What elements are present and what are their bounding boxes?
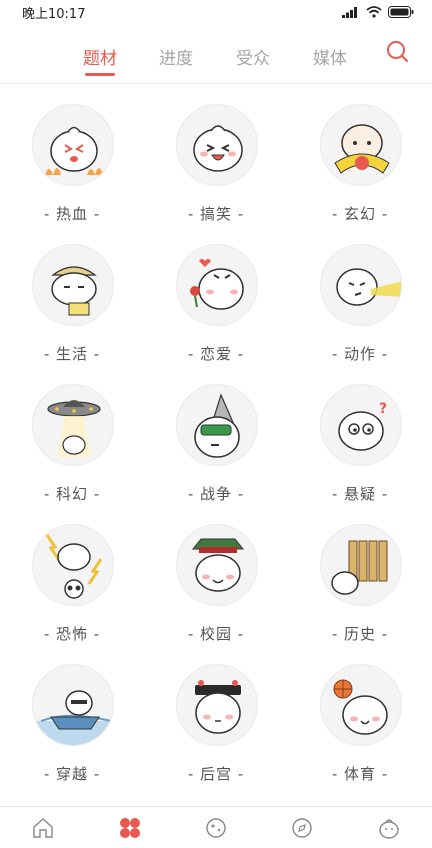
genre-label: - 穿越 -	[43, 765, 101, 783]
nav-home[interactable]	[0, 807, 86, 848]
home-icon	[33, 818, 53, 838]
bun-mascot-laughing-icon	[193, 125, 243, 172]
genre-item-harem[interactable]: - 后宫 -	[144, 664, 288, 804]
genre-avatar	[32, 664, 114, 746]
top-tab-bar: 题材 进度 受众 媒体	[0, 24, 432, 84]
search-icon	[387, 41, 408, 62]
genre-item-school[interactable]: - 校园 -	[144, 524, 288, 664]
genre-item-comedy[interactable]: - 搞笑 -	[144, 104, 288, 244]
genre-label: - 生活 -	[43, 345, 101, 363]
signal-icon	[342, 7, 357, 18]
genre-item-war[interactable]: - 战争 -	[144, 384, 288, 524]
genre-avatar	[176, 524, 258, 606]
battery-icon	[388, 6, 414, 18]
compass-icon	[292, 818, 313, 838]
bun-mascot-student-icon	[191, 538, 245, 592]
planet-icon	[206, 818, 226, 838]
status-icons	[342, 6, 414, 18]
genre-avatar	[320, 104, 402, 186]
genre-item-sci-fi[interactable]: - 科幻 -	[0, 384, 144, 524]
genre-label: - 玄幻 -	[331, 205, 389, 223]
genre-label: - 体育 -	[331, 765, 389, 783]
nav-discover[interactable]	[173, 807, 259, 848]
genre-item-action[interactable]: - 动作 -	[288, 244, 432, 384]
bun-mascot-question-icon: ?	[338, 401, 387, 451]
genre-avatar	[176, 104, 258, 186]
genre-item-history[interactable]: - 历史 -	[288, 524, 432, 664]
bun-mascot-basketball-icon	[333, 679, 388, 735]
tab-genre[interactable]: 题材	[70, 44, 130, 76]
bun-mascot-skull-icon	[45, 534, 103, 599]
genre-item-romance[interactable]: - 恋爱 -	[144, 244, 288, 384]
genre-avatar	[32, 524, 114, 606]
search-button[interactable]	[384, 38, 410, 64]
ufo-mascot-icon	[47, 400, 101, 457]
genre-item-mystery[interactable]: ? - 悬疑 -	[288, 384, 432, 524]
genre-avatar	[176, 244, 258, 326]
profile-icon	[379, 819, 399, 839]
genre-avatar	[320, 244, 402, 326]
genre-avatar	[32, 104, 114, 186]
bun-mascot-soldier-icon	[194, 393, 240, 458]
genre-avatar	[176, 384, 258, 466]
tab-label: 题材	[83, 49, 117, 69]
nav-profile[interactable]	[346, 807, 432, 848]
genre-avatar	[32, 244, 114, 326]
tab-label: 媒体	[313, 49, 347, 69]
category-icon	[119, 818, 140, 838]
bun-mascot-fire-icon	[45, 126, 103, 175]
genre-avatar	[32, 384, 114, 466]
genre-label: - 搞笑 -	[187, 205, 245, 223]
genre-label: - 科幻 -	[43, 485, 101, 503]
genre-avatar	[176, 664, 258, 746]
bun-mascot-palace-icon	[195, 680, 241, 734]
tab-audience[interactable]: 受众	[223, 44, 283, 69]
bun-mascot-life-icon	[51, 266, 97, 316]
status-time: 晚上10:17	[22, 6, 86, 22]
genre-item-slice-of-life[interactable]: - 生活 -	[0, 244, 144, 384]
wifi-icon	[366, 6, 382, 18]
genre-avatar: ?	[320, 384, 402, 466]
genre-item-sports[interactable]: - 体育 -	[288, 664, 432, 804]
genre-label: - 热血 -	[43, 205, 101, 223]
genre-label: - 后宫 -	[187, 765, 245, 783]
genre-label: - 动作 -	[331, 345, 389, 363]
genre-label: - 恋爱 -	[187, 345, 245, 363]
bun-mascot-fantasy-icon	[334, 124, 390, 174]
bun-mascot-scroll-icon	[331, 540, 388, 595]
genre-label: - 校园 -	[187, 625, 245, 643]
bun-mascot-boat-icon	[33, 690, 113, 745]
tab-label: 受众	[236, 49, 270, 69]
genre-avatar	[320, 524, 402, 606]
tab-active-indicator	[85, 73, 115, 76]
genre-avatar	[320, 664, 402, 746]
status-bar: 晚上10:17	[0, 0, 432, 24]
nav-category[interactable]	[86, 807, 172, 848]
bottom-navigation	[0, 806, 432, 848]
genre-item-horror[interactable]: - 恐怖 -	[0, 524, 144, 664]
genre-item-hot-blooded[interactable]: - 热血 -	[0, 104, 144, 244]
nav-explore[interactable]	[259, 807, 345, 848]
bun-mascot-romance-icon	[190, 259, 244, 310]
genre-label: - 悬疑 -	[331, 485, 389, 503]
genre-label: - 战争 -	[187, 485, 245, 503]
svg-text:?: ?	[379, 401, 387, 417]
genre-label: - 恐怖 -	[43, 625, 101, 643]
tab-progress[interactable]: 进度	[146, 44, 206, 69]
bun-mascot-action-icon	[336, 268, 401, 306]
tab-media[interactable]: 媒体	[300, 44, 360, 69]
genre-label: - 历史 -	[331, 625, 389, 643]
genre-item-fantasy[interactable]: - 玄幻 -	[288, 104, 432, 244]
genre-item-time-travel[interactable]: - 穿越 -	[0, 664, 144, 804]
tab-label: 进度	[159, 49, 193, 69]
